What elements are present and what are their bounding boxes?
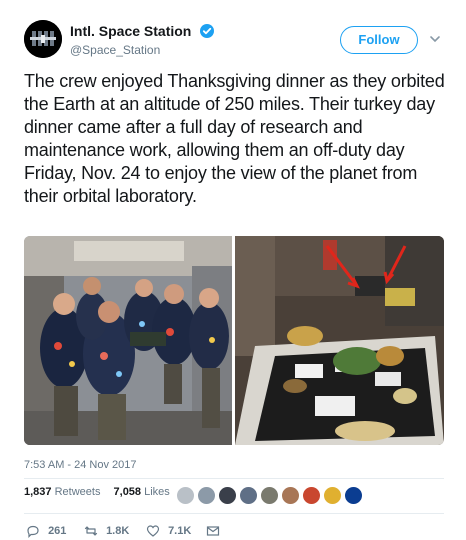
- verified-badge-icon: [199, 23, 214, 38]
- follow-button[interactable]: Follow: [340, 26, 418, 54]
- reply-button[interactable]: 261: [26, 524, 66, 538]
- tweet-stats: 1,837 Retweets 7,058 Likes: [24, 486, 180, 506]
- retweets-label: Retweets: [54, 486, 101, 499]
- liker-avatar[interactable]: [281, 486, 300, 505]
- display-name[interactable]: Intl. Space Station: [70, 23, 191, 39]
- reply-icon: [27, 525, 39, 538]
- nasa-logo-icon[interactable]: [344, 486, 363, 505]
- direct-message-button[interactable]: [206, 524, 220, 538]
- retweet-count: 1.8K: [106, 525, 130, 537]
- dinner-photo-image: [235, 236, 444, 445]
- liker-avatar[interactable]: [176, 486, 195, 505]
- likes-stat[interactable]: 7,058 Likes: [114, 486, 180, 498]
- account-names: Intl. Space Station @Space_Station: [70, 22, 214, 57]
- retweet-button[interactable]: 1.8K: [84, 524, 129, 538]
- retweet-icon: [84, 526, 98, 536]
- tweet-media[interactable]: [24, 236, 444, 445]
- reply-count: 261: [48, 525, 67, 537]
- crew-photo-image: [24, 236, 232, 445]
- avatar[interactable]: [24, 20, 62, 58]
- liker-avatar[interactable]: [302, 486, 321, 505]
- like-count: 7.1K: [168, 525, 192, 537]
- like-button[interactable]: 7.1K: [146, 524, 191, 538]
- likes-label: Likes: [144, 486, 170, 499]
- liker-avatar[interactable]: [239, 486, 258, 505]
- handle[interactable]: @Space_Station: [70, 43, 214, 57]
- heart-icon: [146, 525, 160, 537]
- iss-logo: [24, 20, 62, 58]
- liker-avatar[interactable]: [323, 486, 342, 505]
- liker-avatar[interactable]: [197, 486, 216, 505]
- divider: [24, 513, 444, 514]
- tweet-timestamp[interactable]: 7:53 AM - 24 Nov 2017: [24, 459, 137, 471]
- liker-avatar[interactable]: [218, 486, 237, 505]
- liker-avatar[interactable]: [260, 486, 279, 505]
- chevron-down-icon[interactable]: [428, 32, 442, 46]
- retweets-count: 1,837: [24, 486, 52, 499]
- likes-count: 7,058: [113, 486, 142, 499]
- photo-crew[interactable]: [24, 236, 232, 445]
- photo-dinner[interactable]: [235, 236, 444, 445]
- divider: [24, 478, 444, 479]
- tweet-header: Intl. Space Station @Space_Station Follo…: [24, 18, 454, 62]
- retweets-stat[interactable]: 1,837 Retweets: [24, 486, 110, 498]
- tweet-text: The crew enjoyed Thanksgiving dinner as …: [24, 71, 445, 206]
- envelope-icon: [206, 526, 220, 536]
